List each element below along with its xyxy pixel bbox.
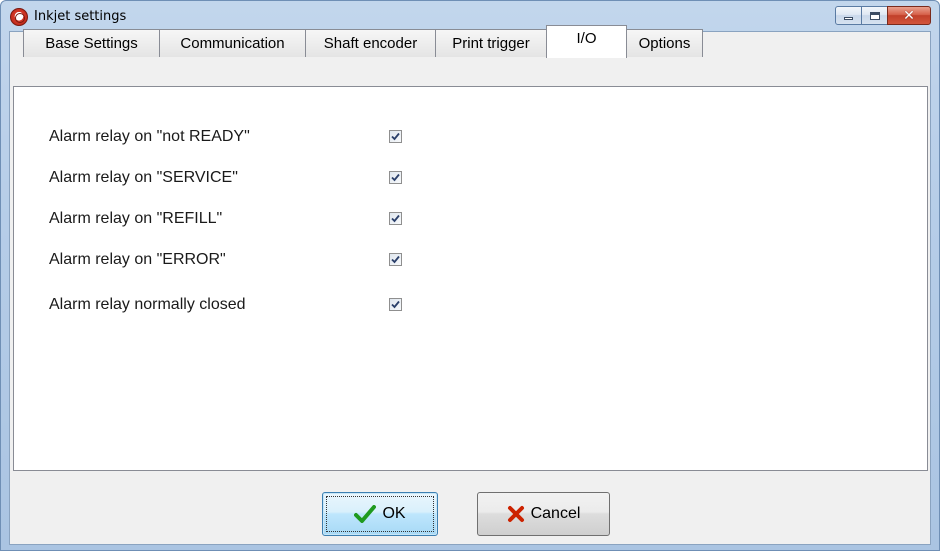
option-row-refill: Alarm relay on "REFILL": [49, 209, 409, 231]
window-title: Inkjet settings: [34, 9, 127, 24]
cancel-button-label: Cancel: [530, 505, 581, 522]
check-icon: [391, 300, 400, 309]
checkbox-not-ready[interactable]: [389, 130, 402, 143]
tab-options[interactable]: Options: [626, 29, 703, 57]
checkbox-error[interactable]: [389, 253, 402, 266]
title-bar[interactable]: Inkjet settings ✕: [1, 1, 939, 31]
option-row-not-ready: Alarm relay on "not READY": [49, 127, 409, 149]
option-label: Alarm relay on "not READY": [49, 128, 250, 145]
check-icon: [391, 132, 400, 141]
option-row-service: Alarm relay on "SERVICE": [49, 168, 409, 190]
tab-shaft-encoder[interactable]: Shaft encoder: [305, 29, 436, 57]
tab-io[interactable]: I/O: [546, 25, 627, 58]
close-icon: ✕: [903, 7, 915, 24]
focus-ring: [326, 496, 434, 532]
check-icon: [391, 255, 400, 264]
cancel-button[interactable]: Cancel: [477, 492, 610, 536]
caption-buttons: ✕: [835, 6, 931, 26]
tab-communication[interactable]: Communication: [159, 29, 306, 57]
maximize-button[interactable]: [861, 6, 888, 25]
checkbox-refill[interactable]: [389, 212, 402, 225]
tab-base-settings[interactable]: Base Settings: [23, 29, 160, 57]
minimize-button[interactable]: [835, 6, 862, 25]
minimize-icon: [844, 17, 853, 20]
io-tab-page: Alarm relay on "not READY" Alarm relay o…: [13, 86, 928, 471]
check-icon: [391, 173, 400, 182]
app-logo-icon: [10, 8, 28, 26]
option-label: Alarm relay on "REFILL": [49, 210, 223, 227]
x-mark-icon: [507, 505, 525, 523]
option-label: Alarm relay normally closed: [49, 296, 246, 313]
option-label: Alarm relay on "SERVICE": [49, 169, 238, 186]
option-row-normally-closed: Alarm relay normally closed: [49, 295, 409, 317]
checkbox-normally-closed[interactable]: [389, 298, 402, 311]
close-button[interactable]: ✕: [887, 6, 931, 25]
check-icon: [391, 214, 400, 223]
tab-print-trigger[interactable]: Print trigger: [435, 29, 547, 57]
option-row-error: Alarm relay on "ERROR": [49, 250, 409, 272]
maximize-icon: [869, 11, 880, 20]
ok-button[interactable]: OK: [322, 492, 438, 536]
checkbox-service[interactable]: [389, 171, 402, 184]
option-label: Alarm relay on "ERROR": [49, 251, 226, 268]
dialog-window: Inkjet settings ✕ Base Settings Communic…: [0, 0, 940, 551]
